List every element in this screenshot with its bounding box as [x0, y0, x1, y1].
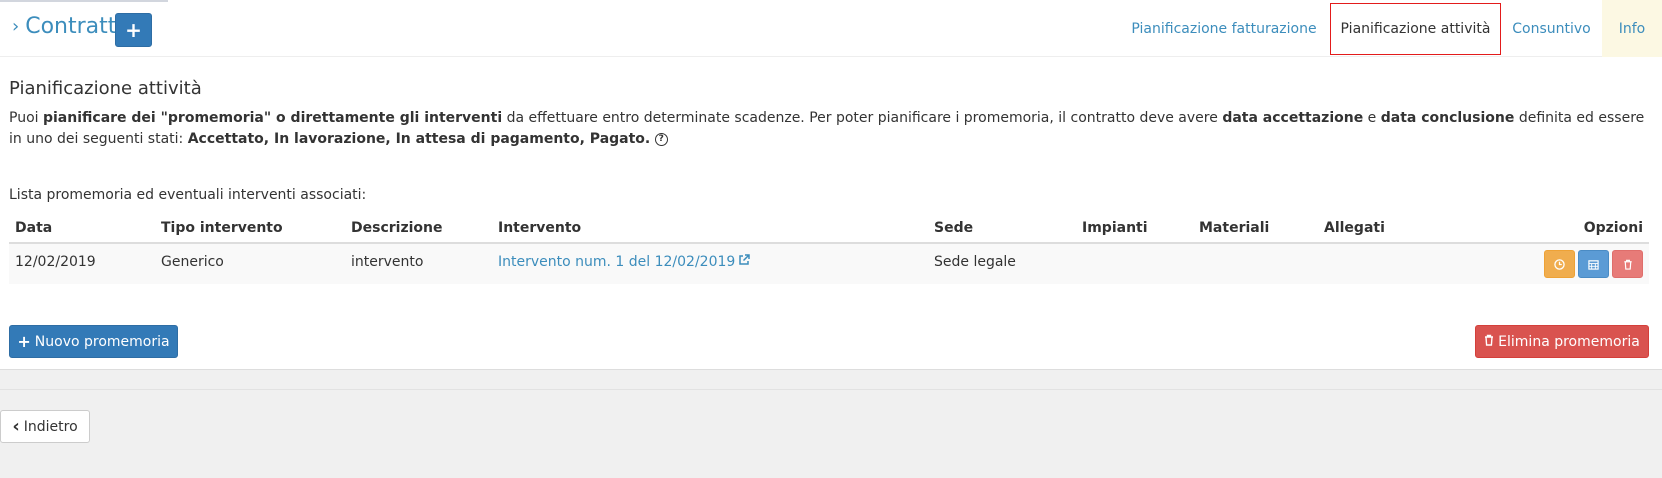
col-header-sede: Sede [928, 213, 1076, 244]
tab-consuntivo[interactable]: Consuntivo [1501, 0, 1602, 57]
chevron-right-icon: › [12, 16, 20, 37]
new-reminder-label: Nuovo promemoria [34, 333, 170, 350]
cell-sede: Sede legale [928, 243, 1076, 284]
trash-icon [1484, 334, 1494, 350]
tab-pianificazione-fatturazione[interactable]: Pianificazione fatturazione [1118, 0, 1330, 57]
desc-bold: data accettazione [1222, 110, 1364, 126]
desc-text: e [1363, 110, 1381, 126]
cell-allegati [1318, 243, 1453, 284]
tab-info[interactable]: Info [1602, 0, 1662, 57]
col-header-descrizione: Descrizione [345, 213, 492, 244]
plus-icon: + [17, 332, 31, 351]
clock-icon[interactable] [1544, 250, 1575, 278]
col-header-tipo: Tipo intervento [155, 213, 345, 244]
section-description: Puoi pianificare dei "promemoria" o dire… [9, 108, 1654, 150]
table-row: 12/02/2019 Generico intervento Intervent… [9, 243, 1649, 284]
cell-tipo: Generico [155, 243, 345, 284]
col-header-opzioni: Opzioni [1453, 213, 1649, 244]
page-title-text: Contratti [25, 14, 123, 39]
external-link-icon[interactable] [738, 254, 751, 269]
new-reminder-button[interactable]: + Nuovo promemoria [9, 325, 178, 358]
delete-reminders-label: Elimina promemoria [1498, 333, 1640, 350]
desc-bold: data conclusione [1380, 110, 1515, 126]
intervento-link[interactable]: Intervento num. 1 del 12/02/2019 [498, 254, 735, 270]
cell-impianti [1076, 243, 1193, 284]
cell-descrizione: intervento [345, 243, 492, 284]
cell-materiali [1193, 243, 1318, 284]
help-icon[interactable]: ? [654, 132, 668, 146]
trash-icon[interactable] [1612, 250, 1643, 278]
col-header-materiali: Materiali [1193, 213, 1318, 244]
cell-data: 12/02/2019 [9, 243, 155, 284]
page-header: › Contratti + Pianificazione fatturazion… [0, 0, 1662, 57]
section-title: Pianificazione attività [9, 78, 202, 99]
page-title: › Contratti [12, 14, 122, 39]
back-button[interactable]: ‹ Indietro [0, 410, 90, 443]
tab-pianificazione-attivita[interactable]: Pianificazione attività [1330, 3, 1501, 55]
cell-opzioni [1453, 243, 1649, 284]
desc-text: Puoi [9, 110, 43, 126]
cell-intervento: Intervento num. 1 del 12/02/2019 [492, 243, 928, 284]
chevron-left-icon: ‹ [12, 415, 20, 437]
col-header-intervento: Intervento [492, 213, 928, 244]
back-label: Indietro [23, 418, 78, 435]
list-label: Lista promemoria ed eventuali interventi… [9, 187, 367, 203]
col-header-allegati: Allegati [1318, 213, 1453, 244]
col-header-impianti: Impianti [1076, 213, 1193, 244]
delete-reminders-button[interactable]: Elimina promemoria [1475, 325, 1649, 358]
divider [0, 389, 1662, 390]
table-header-row: Data Tipo intervento Descrizione Interve… [9, 213, 1649, 244]
desc-bold: pianificare dei "promemoria" o direttame… [42, 110, 503, 126]
desc-text: da effettuare entro determinate scadenze… [502, 110, 1223, 126]
col-header-data: Data [9, 213, 155, 244]
desc-bold: Accettato, In lavorazione, In attesa di … [187, 131, 651, 147]
reminders-table: Data Tipo intervento Descrizione Interve… [9, 213, 1649, 284]
main-panel: › Contratti + Pianificazione fatturazion… [0, 0, 1662, 370]
calendar-icon[interactable] [1578, 250, 1609, 278]
add-contract-button[interactable]: + [115, 13, 152, 47]
